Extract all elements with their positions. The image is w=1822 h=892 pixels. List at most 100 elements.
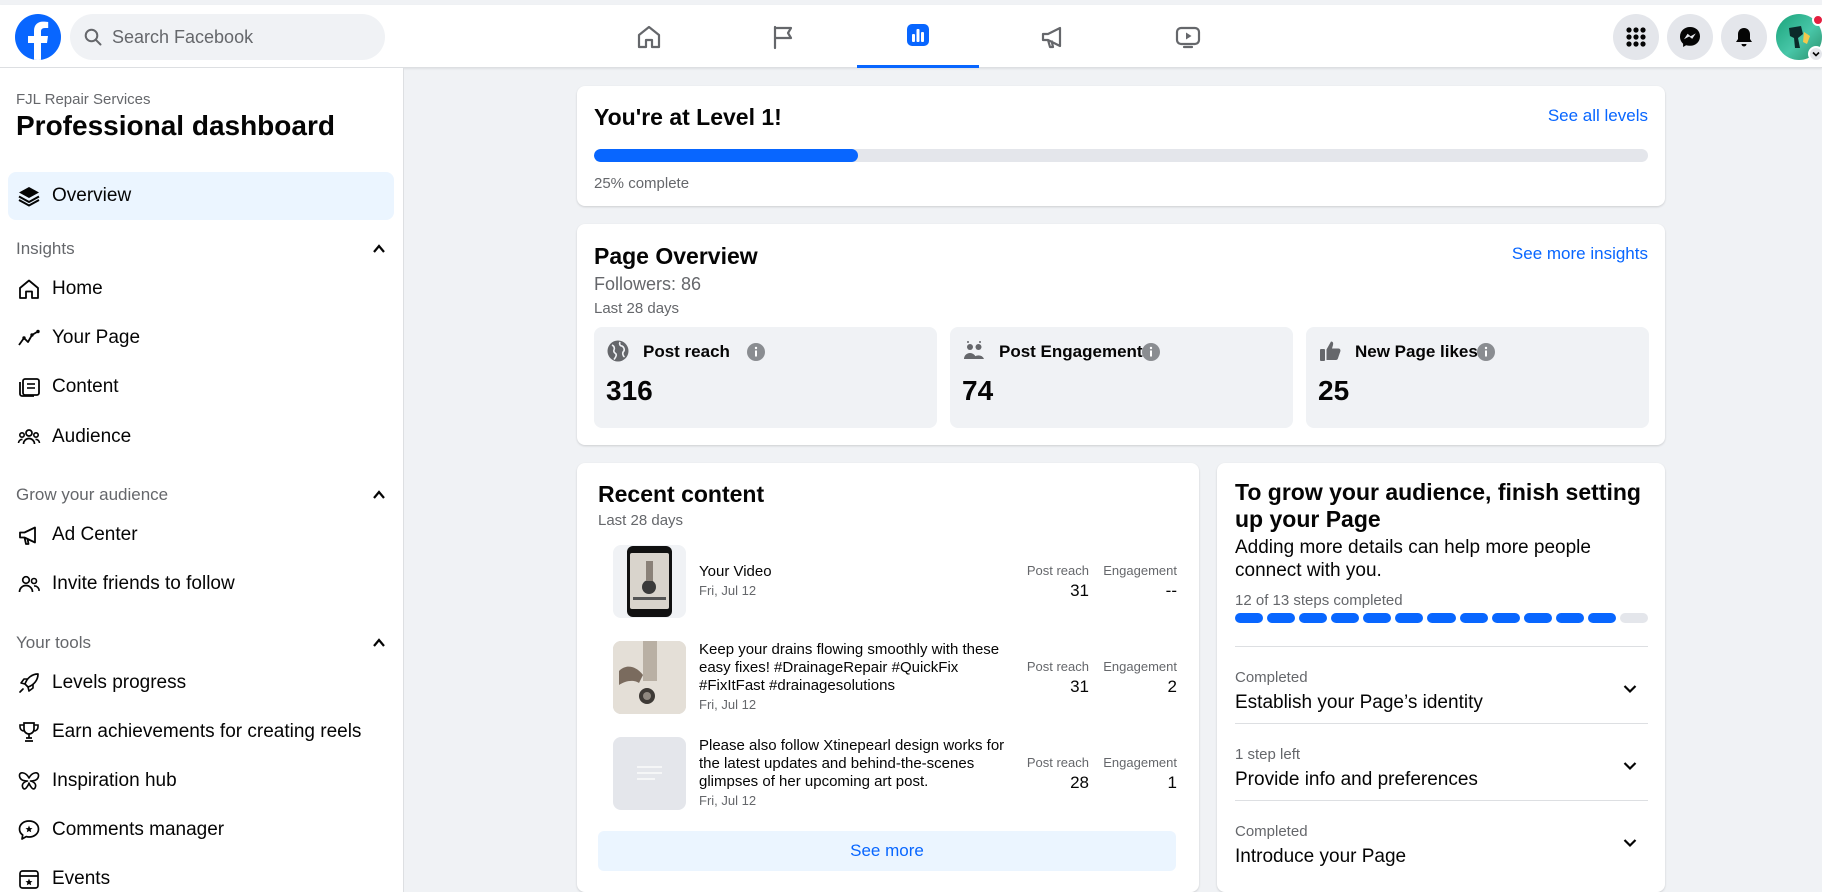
thumbs-up-icon (1318, 339, 1342, 363)
stat-label: Engagement (1103, 563, 1177, 578)
messenger-button[interactable] (1667, 14, 1713, 60)
step-segment (1235, 613, 1264, 623)
sidebar-item-comments-manager[interactable]: Comments manager (8, 806, 394, 854)
sidebar-item-levels-progress[interactable]: Levels progress (8, 659, 394, 707)
org-name: FJL Repair Services (16, 91, 151, 108)
setup-subtitle: Adding more details can help more people… (1235, 537, 1591, 581)
section-title: Grow your audience (16, 485, 169, 504)
sidebar-item-overview[interactable]: Overview (8, 172, 394, 220)
nav-tab-dashboard[interactable] (857, 5, 979, 68)
engagement-stat: Engagement 1 (1089, 755, 1177, 793)
insights-chart-icon (904, 21, 932, 49)
chevron-down-icon[interactable] (1622, 681, 1638, 697)
see-more-button[interactable]: See more (598, 831, 1176, 871)
content-row[interactable]: Keep your drains flowing smoothly with t… (613, 641, 1177, 717)
setup-step-identity[interactable]: Completed Establish your Page’s identity (1235, 646, 1648, 723)
metric-post-reach[interactable]: Post reach 316 (594, 327, 937, 428)
metric-post-engagement[interactable]: Post Engagement 74 (950, 327, 1293, 428)
globe-icon (606, 339, 630, 363)
step-segment (1587, 613, 1616, 623)
section-your-tools[interactable]: Your tools (16, 629, 386, 657)
page-overview-card: Page Overview See more insights Follower… (577, 224, 1665, 445)
nav-tab-pages[interactable] (722, 5, 844, 68)
step-name: Introduce your Page (1235, 846, 1407, 867)
video-icon (1174, 23, 1202, 51)
engagement-stat: Engagement -- (1089, 563, 1177, 601)
sidebar-item-achievements[interactable]: Earn achievements for creating reels (8, 708, 394, 756)
butterfly-icon (16, 768, 42, 794)
sidebar-item-inspiration-hub[interactable]: Inspiration hub (8, 757, 394, 805)
search-input[interactable] (112, 26, 362, 48)
section-title: Insights (16, 239, 75, 258)
stat-label: Engagement (1103, 659, 1177, 674)
chevron-up-icon[interactable] (372, 488, 386, 502)
home-icon (16, 276, 42, 302)
info-icon[interactable] (746, 342, 766, 362)
content-row[interactable]: Please also follow Xtinepearl design wor… (613, 737, 1177, 813)
step-segment (1267, 613, 1296, 623)
content-title: Keep your drains flowing smoothly with t… (699, 641, 1000, 694)
sidebar-item-content[interactable]: Content (8, 363, 394, 411)
step-segment (1459, 613, 1488, 623)
info-icon[interactable] (1141, 342, 1161, 362)
step-name: Provide info and preferences (1235, 769, 1478, 790)
sidebar-item-invite-friends[interactable]: Invite friends to follow (8, 560, 394, 608)
notifications-button[interactable] (1721, 14, 1767, 60)
sidebar-item-label: Levels progress (52, 672, 187, 693)
content-row[interactable]: Your Video Fri, Jul 12 Post reach 31 Eng… (613, 545, 1177, 621)
comment-icon (16, 817, 42, 843)
step-segment (1331, 613, 1360, 623)
metric-value: 74 (962, 375, 994, 406)
step-segment (1395, 613, 1424, 623)
followers-count: Followers: 86 (594, 274, 702, 294)
steps-count: 12 of 13 steps completed (1235, 592, 1403, 609)
steps-progress (1235, 613, 1649, 623)
sidebar-item-audience[interactable]: Audience (8, 413, 394, 461)
chevron-down-icon[interactable] (1808, 46, 1822, 62)
nav-tab-video[interactable] (1127, 5, 1249, 68)
setup-step-info[interactable]: 1 step left Provide info and preferences (1235, 723, 1648, 800)
info-icon[interactable] (1476, 342, 1496, 362)
search-bar[interactable] (70, 14, 385, 60)
sidebar-item-label: Comments manager (52, 819, 225, 840)
engagement-stat: Engagement 2 (1089, 659, 1177, 697)
facebook-logo-icon[interactable] (15, 14, 61, 60)
step-status: 1 step left (1235, 746, 1301, 763)
setup-checklist-card: To grow your audience, finish setting up… (1217, 463, 1665, 892)
sidebar-item-events[interactable]: Events (8, 855, 394, 892)
level-title: You're at Level 1! (594, 104, 782, 130)
step-segment (1523, 613, 1552, 623)
chevron-down-icon[interactable] (1622, 835, 1638, 851)
see-more-insights-link[interactable]: See more insights (1512, 244, 1648, 264)
metric-new-page-likes[interactable]: New Page likes 25 (1306, 327, 1649, 428)
trophy-icon (16, 719, 42, 745)
content-date: Fri, Jul 12 (699, 793, 757, 808)
text-post-thumbnail (613, 737, 686, 810)
chevron-up-icon[interactable] (372, 242, 386, 256)
level-card: You're at Level 1! See all levels 25% co… (577, 86, 1665, 206)
trend-line-icon (16, 325, 42, 351)
nav-tab-home[interactable] (588, 5, 710, 68)
home-icon (635, 23, 663, 51)
sidebar-item-your-page[interactable]: Your Page (8, 314, 394, 362)
sidebar: FJL Repair Services Professional dashboa… (0, 68, 404, 892)
section-insights[interactable]: Insights (16, 235, 386, 263)
progress-text: 25% complete (594, 175, 690, 192)
sidebar-item-ad-center[interactable]: Ad Center (8, 511, 394, 559)
avatar[interactable] (1776, 14, 1822, 62)
sidebar-item-label: Overview (52, 185, 132, 206)
layers-icon (16, 183, 42, 209)
top-navigation-bar (0, 5, 1822, 68)
menu-button[interactable] (1613, 14, 1659, 60)
recent-title: Recent content (598, 481, 765, 507)
sidebar-item-home[interactable]: Home (8, 265, 394, 313)
step-segment (1491, 613, 1520, 623)
setup-step-introduce[interactable]: Completed Introduce your Page (1235, 800, 1648, 877)
section-grow-audience[interactable]: Grow your audience (16, 481, 386, 509)
see-all-levels-link[interactable]: See all levels (1548, 106, 1648, 126)
nav-tab-ads[interactable] (992, 5, 1114, 68)
step-name: Establish your Page’s identity (1235, 692, 1483, 713)
overview-title: Page Overview (594, 243, 758, 269)
chevron-up-icon[interactable] (372, 636, 386, 650)
chevron-down-icon[interactable] (1622, 758, 1638, 774)
